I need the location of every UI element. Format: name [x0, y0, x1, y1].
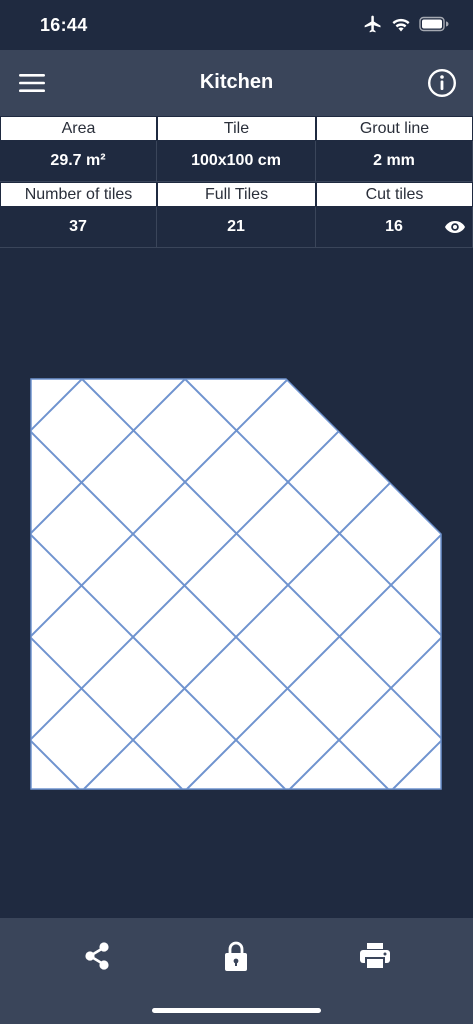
cut-tiles-label: Cut tiles	[316, 182, 473, 207]
stats-label-row: Area Tile Grout line	[0, 116, 473, 141]
number-of-tiles-value: 37	[0, 207, 157, 248]
home-indicator[interactable]	[152, 1008, 321, 1013]
page-title: Kitchen	[199, 71, 274, 93]
tile-layout-drawing	[30, 378, 442, 790]
battery-icon	[419, 16, 449, 32]
info-icon	[427, 68, 457, 98]
tile-layout-canvas[interactable]	[30, 378, 443, 791]
tile-value: 100x100 cm	[157, 141, 316, 182]
grout-line-value: 2 mm	[316, 141, 473, 182]
info-button[interactable]	[427, 68, 457, 98]
tile-label: Tile	[157, 116, 316, 141]
cut-tiles-cell: 16	[316, 207, 473, 248]
share-button[interactable]	[77, 936, 117, 976]
print-button[interactable]	[355, 936, 395, 976]
room-floor	[31, 379, 441, 789]
area-label: Area	[0, 116, 157, 141]
nav-bar: Kitchen	[0, 50, 473, 116]
full-tiles-label: Full Tiles	[157, 182, 316, 207]
lock-button[interactable]	[216, 936, 256, 976]
status-time: 16:44	[40, 15, 88, 35]
full-tiles-value: 21	[157, 207, 316, 248]
status-icons	[363, 14, 449, 34]
stats-label-row: Number of tiles Full Tiles Cut tiles	[0, 182, 473, 207]
stats-value-row: 37 21 16	[0, 207, 473, 248]
status-bar: 16:44	[0, 0, 473, 50]
number-of-tiles-label: Number of tiles	[0, 182, 157, 207]
stats-value-row: 29.7 m² 100x100 cm 2 mm	[0, 141, 473, 182]
tile-stats-table: Area Tile Grout line 29.7 m² 100x100 cm …	[0, 116, 473, 248]
lock-icon	[225, 941, 247, 971]
airplane-icon	[364, 15, 381, 33]
area-value: 29.7 m²	[0, 141, 157, 182]
wifi-icon	[392, 18, 410, 32]
print-icon	[360, 943, 390, 970]
cut-tiles-value: 16	[385, 218, 403, 235]
eye-icon	[445, 221, 465, 233]
grout-line-label: Grout line	[316, 116, 473, 141]
show-cut-tiles-button[interactable]	[444, 218, 466, 236]
share-icon	[85, 942, 109, 970]
